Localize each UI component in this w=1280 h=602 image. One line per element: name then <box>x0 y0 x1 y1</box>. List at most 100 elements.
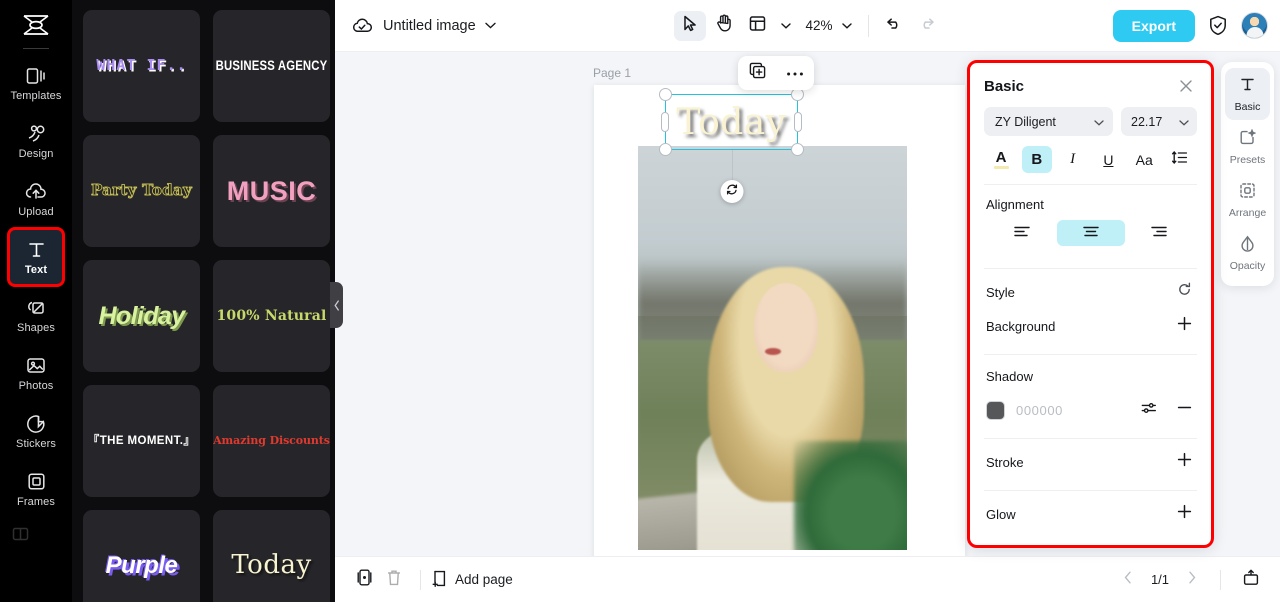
style-reset-button[interactable] <box>1173 281 1195 303</box>
prev-page-button[interactable] <box>1115 567 1141 593</box>
shadow-color-value[interactable]: 000000 <box>1016 403 1063 418</box>
capcut-logo[interactable] <box>16 8 56 42</box>
duplicate-page-button[interactable] <box>743 60 771 86</box>
text-preset-card[interactable]: BUSINESS AGENCY <box>213 10 330 122</box>
more-options-button[interactable] <box>781 60 809 86</box>
sidebar-item-design[interactable]: Design <box>9 113 63 169</box>
text-preset-card[interactable]: Today <box>213 510 330 602</box>
rotate-handle[interactable] <box>720 180 743 203</box>
stroke-row: Stroke <box>984 445 1197 479</box>
sidebar-item-shapes[interactable]: Shapes <box>9 287 63 343</box>
align-left-button[interactable] <box>988 220 1056 246</box>
sidebar-item-templates[interactable]: Templates <box>9 55 63 111</box>
export-button[interactable]: Export <box>1112 9 1195 42</box>
sidebar-item-frames[interactable]: Frames <box>9 461 63 517</box>
select-tool-button[interactable] <box>673 10 706 41</box>
letter-case-button[interactable]: Aa <box>1129 146 1159 173</box>
font-family-select[interactable]: ZY Diligent <box>984 107 1113 136</box>
chevron-right-icon <box>1188 571 1196 589</box>
right-rail-item-presets[interactable]: Presets <box>1225 121 1270 173</box>
canvas-photo[interactable] <box>638 146 907 550</box>
add-page-icon <box>432 570 448 590</box>
style-label: Style <box>986 284 1015 300</box>
text-preset-card[interactable]: 100% Natural <box>213 260 330 372</box>
text-preset-card[interactable]: Party Today <box>83 135 200 247</box>
panel-header: Basic <box>984 73 1197 107</box>
shadow-remove-button[interactable] <box>1173 399 1195 421</box>
resize-handle-right[interactable] <box>794 112 802 132</box>
background-label: Background <box>986 318 1056 334</box>
page-canvas[interactable]: Today <box>594 85 965 556</box>
stroke-add-button[interactable] <box>1173 451 1195 473</box>
more-panel-icon <box>9 523 31 545</box>
photos-icon <box>25 355 47 377</box>
panel-collapse-handle[interactable] <box>330 282 343 328</box>
redo-icon <box>918 16 935 36</box>
add-page-button[interactable]: Add page <box>432 570 513 590</box>
shadow-settings-button[interactable] <box>1138 399 1160 421</box>
chevron-left-icon <box>1124 571 1132 589</box>
sidebar-item-text[interactable]: Text <box>7 227 65 287</box>
resize-handle-top-left[interactable] <box>659 88 672 101</box>
resize-handle-bottom-right[interactable] <box>791 143 804 156</box>
background-add-button[interactable] <box>1173 315 1195 337</box>
chevron-down-icon[interactable] <box>484 22 496 29</box>
arrange-icon <box>1239 182 1256 204</box>
redo-button[interactable] <box>912 11 942 41</box>
underline-button[interactable]: U <box>1093 146 1123 173</box>
glow-add-button[interactable] <box>1173 503 1195 525</box>
sidebar-item-photos[interactable]: Photos <box>9 345 63 401</box>
user-avatar[interactable] <box>1241 12 1268 39</box>
right-rail-item-arrange[interactable]: Arrange <box>1225 174 1270 226</box>
text-preset-card[interactable]: MUSIC <box>213 135 330 247</box>
right-rail-label: Basic <box>1234 100 1261 113</box>
sidebar-item-label: Design <box>18 147 54 160</box>
zoom-dropdown-caret[interactable] <box>837 12 857 40</box>
right-rail-item-basic[interactable]: Basic <box>1225 68 1270 120</box>
layout-dropdown-caret[interactable] <box>775 12 795 40</box>
panel-divider <box>984 268 1197 269</box>
bold-button[interactable]: B <box>1021 146 1052 173</box>
glow-row: Glow <box>984 497 1197 531</box>
resize-handle-bottom-left[interactable] <box>659 143 672 156</box>
document-title[interactable]: Untitled image <box>383 18 476 34</box>
next-page-button[interactable] <box>1179 567 1205 593</box>
hand-tool-button[interactable] <box>707 11 739 41</box>
undo-icon <box>886 16 903 36</box>
font-size-select[interactable]: 22.17 <box>1121 107 1197 136</box>
right-rail-item-opacity[interactable]: Opacity <box>1225 227 1270 279</box>
sidebar-item-upload[interactable]: Upload <box>9 171 63 227</box>
align-center-button[interactable] <box>1056 220 1125 246</box>
align-right-button[interactable] <box>1125 220 1193 246</box>
toolbar-divider <box>867 14 869 37</box>
text-preset-card[interactable]: Holiday <box>83 260 200 372</box>
format-glyph: B <box>1031 151 1043 168</box>
preset-label: MUSIC <box>226 175 317 206</box>
delete-page-button[interactable] <box>379 566 409 594</box>
close-icon[interactable] <box>1175 75 1197 97</box>
present-button[interactable] <box>1236 566 1266 594</box>
italic-button[interactable]: I <box>1058 146 1088 173</box>
preset-label: 『THE MOMENT.』 <box>87 434 196 447</box>
shadow-color-swatch[interactable] <box>986 400 1005 420</box>
text-color-button[interactable]: A <box>986 146 1016 173</box>
layout-tool-button[interactable] <box>741 11 773 41</box>
sidebar-item-label: Stickers <box>16 437 56 450</box>
shield-check-icon[interactable] <box>1206 14 1230 38</box>
trash-icon <box>387 569 401 591</box>
undo-button[interactable] <box>880 11 910 41</box>
cloud-saved-icon[interactable] <box>349 13 375 39</box>
resize-handle-left[interactable] <box>661 112 669 132</box>
text-preset-card[interactable]: 『THE MOMENT.』 <box>83 385 200 497</box>
rotate-connector <box>731 150 733 180</box>
sidebar-item-more[interactable] <box>9 519 63 549</box>
duplicate-page-bottom-button[interactable] <box>349 566 379 594</box>
text-preset-card[interactable]: WHAT IF.. <box>83 10 200 122</box>
selected-text-object[interactable]: Today <box>659 88 804 203</box>
text-preset-card[interactable]: Purple <box>83 510 200 602</box>
sidebar-item-label: Upload <box>18 205 54 218</box>
text-preset-card[interactable]: Amazing Discounts <box>213 385 330 497</box>
sidebar-item-stickers[interactable]: Stickers <box>9 403 63 459</box>
line-height-button[interactable] <box>1165 146 1195 173</box>
cursor-icon <box>682 15 697 37</box>
